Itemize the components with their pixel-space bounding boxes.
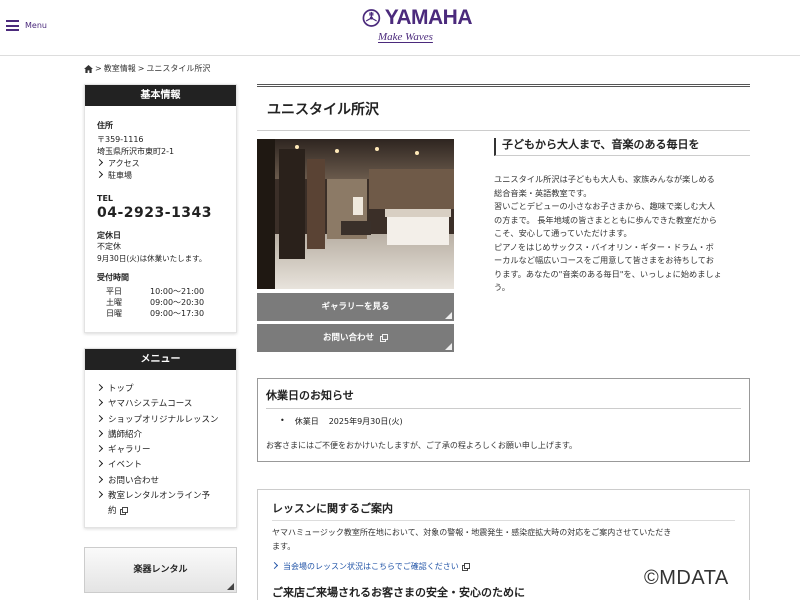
page-title: ユニスタイル所沢 <box>257 99 750 131</box>
corner-triangle-icon <box>445 343 452 350</box>
hours-label: 受付時間 <box>97 273 129 282</box>
yamaha-logo[interactable]: YAMAHA Make Waves <box>362 6 473 50</box>
school-lobby-photo <box>257 139 454 289</box>
breadcrumb-item-current: ユニスタイル所沢 <box>146 64 211 73</box>
menu-button[interactable]: Menu <box>6 20 47 31</box>
chevron-right-icon <box>95 383 104 392</box>
menu-item-instructors[interactable]: 講師紹介 <box>95 428 224 443</box>
watermark: ©MDATA <box>644 567 729 589</box>
intro-body: ユニスタイル所沢は子どもも大人も、家族みんなが楽しめる 総合音楽・英語教室です。… <box>494 174 722 292</box>
logo-tagline: Make Waves <box>378 31 433 43</box>
lesson-heading: レッスンに関するご案内 <box>272 500 735 521</box>
instrument-rental-button[interactable]: 楽器レンタル <box>84 547 237 593</box>
tel-label: TEL <box>97 194 114 203</box>
intro-section: 子どもから大人まで、音楽のある毎日を ユニスタイル所沢は子どもも大人も、家族みん… <box>494 138 750 295</box>
lesson-text: ヤマハミュージック教室所在地において、対象の警報・地震発生・感染症拡大時の対応を… <box>272 528 672 551</box>
menu-box: メニュー トップ ヤマハシステムコース ショップオリジナルレッスン 講師紹介 ギ… <box>84 348 237 528</box>
holiday-note: 9月30日(火)は休業いたします。 <box>97 254 207 263</box>
chevron-right-icon <box>95 445 104 453</box>
menu-item-original-lesson[interactable]: ショップオリジナルレッスン <box>95 413 224 428</box>
sidebar: 基本情報 住所 〒359-1116 埼玉県所沢市東町2-1 アクセス 駐車場 T… <box>84 84 237 528</box>
menu-item-system-course[interactable]: ヤマハシステムコース <box>95 397 224 412</box>
instrument-rental-label: 楽器レンタル <box>133 565 188 575</box>
hours-table: 平日 10:00〜21:00 土曜 09:00〜20:30 日曜 09:00〜17:3… <box>106 286 224 319</box>
breadcrumb-separator: > <box>137 64 145 73</box>
holiday-label: 定休日 <box>97 231 121 240</box>
chevron-right-icon <box>95 414 104 422</box>
postal-code: 〒359-1116 <box>97 135 144 144</box>
hamburger-icon <box>6 20 19 31</box>
menu-item-room-rental[interactable]: 教室レンタルオンライン予約 <box>95 489 215 520</box>
menu-heading: メニュー <box>85 349 236 370</box>
chevron-right-icon <box>95 460 104 468</box>
chevron-right-icon <box>95 158 104 167</box>
chevron-right-icon <box>95 399 104 407</box>
chevron-right-icon <box>270 561 279 570</box>
logo-text: YAMAHA <box>384 6 473 29</box>
breadcrumb-item-lesson-info[interactable]: 教室情報 <box>104 63 136 74</box>
menu-label: Menu <box>25 21 47 30</box>
gallery-button-label: ギャラリーを見る <box>321 302 390 312</box>
holiday-text: 不定休 <box>97 242 121 251</box>
hours-row: 日曜 09:00〜17:30 <box>106 309 205 318</box>
basic-info-box: 基本情報 住所 〒359-1116 埼玉県所沢市東町2-1 アクセス 駐車場 T… <box>84 84 237 333</box>
site-header: Menu YAMAHA Make Waves <box>0 0 800 56</box>
gallery-button[interactable]: ギャラリーを見る <box>257 293 454 321</box>
home-icon[interactable] <box>84 64 93 73</box>
address-text: 埼玉県所沢市東町2-1 <box>97 147 175 156</box>
tuning-forks-icon <box>362 9 381 27</box>
chevron-right-icon <box>95 491 104 499</box>
tel-number[interactable]: 04-2923-1343 <box>97 205 224 221</box>
intro-heading: 子どもから大人まで、音楽のある毎日を <box>494 138 750 156</box>
menu-list: トップ ヤマハシステムコース ショップオリジナルレッスン 講師紹介 ギャラリー … <box>85 370 236 528</box>
contact-button-label: お問い合わせ <box>323 333 375 343</box>
parking-link[interactable]: 駐車場 <box>95 170 224 182</box>
chevron-right-icon <box>95 170 104 179</box>
hours-row: 土曜 09:00〜20:30 <box>106 298 205 307</box>
title-rule <box>257 84 750 88</box>
notice-heading: 休業日のお知らせ <box>266 387 741 409</box>
address-label: 住所 <box>97 121 113 130</box>
menu-item-events[interactable]: イベント <box>95 458 224 473</box>
breadcrumb-separator: > <box>95 64 102 73</box>
breadcrumb: > 教室情報 > ユニスタイル所沢 <box>84 63 210 74</box>
basic-info-heading: 基本情報 <box>85 85 236 106</box>
main-content: ユニスタイル所沢 ギャラリーを見る お問い合わせ 子どもから大人まで、音楽のある… <box>257 84 750 600</box>
external-link-icon <box>380 333 388 342</box>
external-link-icon <box>119 506 128 515</box>
access-link[interactable]: アクセス <box>95 158 224 170</box>
chevron-right-icon <box>95 475 104 483</box>
contact-button[interactable]: お問い合わせ <box>257 324 454 352</box>
corner-triangle-icon <box>445 312 452 319</box>
chevron-right-icon <box>95 429 104 437</box>
external-link-icon <box>461 562 470 571</box>
notice-text: お客さまにはご不便をおかけいたしますが、ご了承の程よろしくお願い申し上げます。 <box>266 441 578 450</box>
menu-item-contact[interactable]: お問い合わせ <box>95 474 224 489</box>
menu-item-top[interactable]: トップ <box>95 382 224 397</box>
holiday-notice: 休業日のお知らせ 休業日 2025年9月30日(火) お客さまにはご不便をおかけ… <box>257 378 750 462</box>
corner-triangle-icon <box>227 583 234 590</box>
menu-item-gallery[interactable]: ギャラリー <box>95 443 224 458</box>
hours-row: 平日 10:00〜21:00 <box>106 287 205 296</box>
notice-bullet: 休業日 2025年9月30日(火) <box>280 416 741 427</box>
